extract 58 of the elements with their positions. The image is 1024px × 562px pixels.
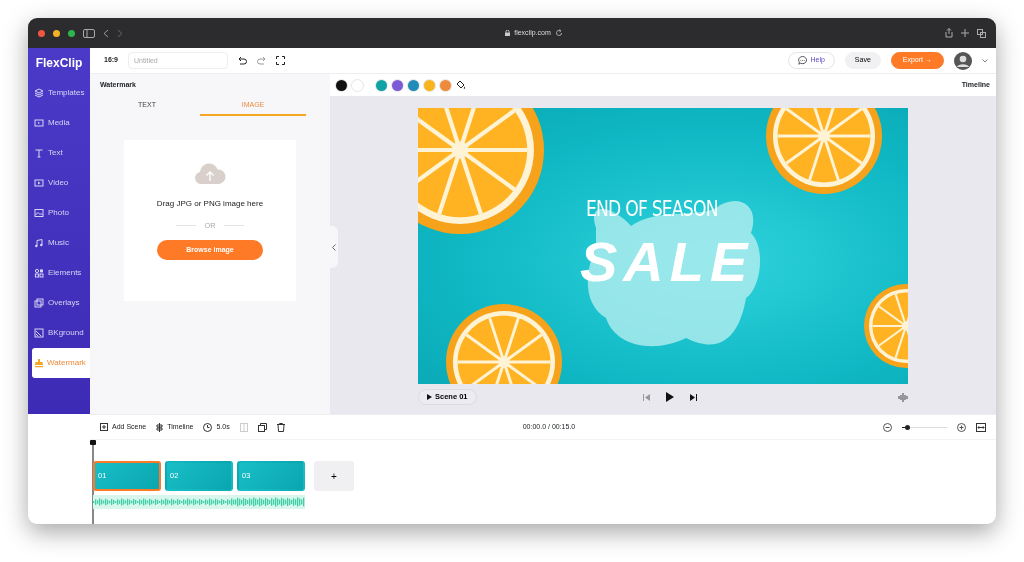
- media-icon: [34, 118, 44, 128]
- sidebar-item[interactable]: Video: [28, 168, 90, 198]
- chevron-left-icon: [332, 243, 336, 251]
- add-clip-button[interactable]: +: [314, 461, 354, 491]
- skip-forward-icon[interactable]: [689, 393, 697, 401]
- sidebar-item[interactable]: Photo: [28, 198, 90, 228]
- cloud-upload-icon: [193, 162, 227, 186]
- logo-text: FlexClip: [35, 55, 83, 72]
- play-icon: [427, 394, 432, 400]
- fit-width-icon[interactable]: [976, 422, 986, 432]
- color-swatch[interactable]: [408, 79, 419, 91]
- zoom-slider-thumb[interactable]: [905, 424, 911, 430]
- background-icon: [34, 328, 44, 338]
- zoom-in-icon[interactable]: [957, 422, 966, 432]
- undo-icon[interactable]: [238, 56, 247, 65]
- play-icon[interactable]: [665, 392, 674, 402]
- reload-icon[interactable]: [554, 29, 563, 37]
- timeline-icon: [156, 422, 164, 432]
- fullscreen-icon[interactable]: [276, 56, 285, 65]
- color-swatch[interactable]: [392, 79, 403, 91]
- color-swatch[interactable]: [336, 79, 347, 91]
- color-swatch[interactable]: [352, 79, 363, 91]
- new-tab-icon[interactable]: [961, 29, 969, 37]
- chevron-down-icon[interactable]: [982, 58, 988, 63]
- headline-text: END OF SEASON: [586, 196, 718, 223]
- clock-icon: [203, 422, 213, 432]
- sidebar-toggle-icon[interactable]: [83, 28, 95, 38]
- color-swatch[interactable]: [424, 79, 435, 91]
- zoom-out-icon[interactable]: [883, 422, 892, 432]
- redo-icon[interactable]: [257, 56, 266, 65]
- sidebar-item[interactable]: Music: [28, 228, 90, 258]
- back-icon[interactable]: [103, 28, 109, 38]
- share-icon[interactable]: [945, 28, 953, 38]
- sidebar-item[interactable]: Media: [28, 108, 90, 138]
- sidebar-item[interactable]: BKground: [28, 318, 90, 348]
- duplicate-icon[interactable]: [257, 422, 267, 432]
- lock-icon: [505, 30, 511, 36]
- avatar-icon[interactable]: [954, 51, 972, 70]
- sidebar-item[interactable]: Templates: [28, 78, 90, 108]
- delete-icon[interactable]: [276, 422, 285, 432]
- add-square-icon: [100, 423, 108, 431]
- text-icon: [34, 148, 44, 158]
- color-swatch[interactable]: [376, 79, 387, 91]
- upload-prompt: Drag JPG or PNG image here: [156, 198, 264, 210]
- video-icon: [34, 178, 44, 188]
- chat-bubble-icon: [798, 56, 808, 65]
- sidebar-item[interactable]: Text: [28, 138, 90, 168]
- overlays-icon: [34, 298, 44, 308]
- paint-bucket-icon[interactable]: [456, 80, 466, 90]
- watermark-icon: [34, 358, 44, 368]
- music-icon: [34, 238, 44, 248]
- color-swatch[interactable]: [440, 79, 451, 91]
- sidebar-item[interactable]: Elements: [28, 258, 90, 288]
- photo-icon: [34, 208, 44, 218]
- tabs-overview-icon[interactable]: [977, 28, 986, 38]
- sidebar-item[interactable]: Overlays: [28, 288, 90, 318]
- layers-icon: [34, 88, 44, 98]
- elements-icon: [34, 268, 44, 278]
